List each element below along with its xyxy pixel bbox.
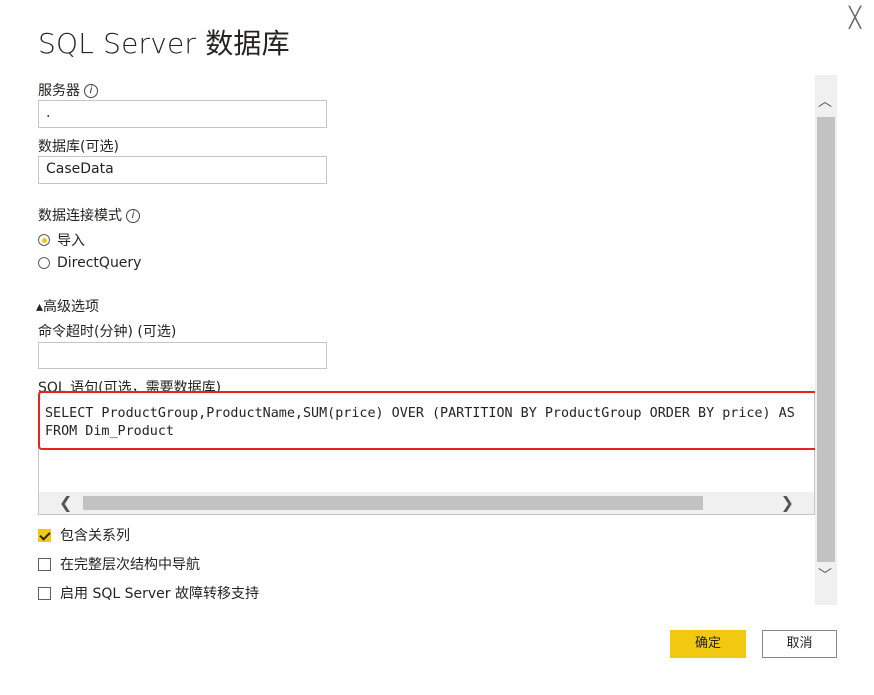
scroll-up-icon[interactable]: ︿ xyxy=(818,91,832,111)
connectivity-label: 数据连接模式 xyxy=(38,208,122,224)
server-label: 服务器 xyxy=(38,83,80,99)
radio-directquery[interactable]: DirectQuery xyxy=(38,255,141,271)
scroll-down-icon[interactable]: ﹀ xyxy=(818,565,832,585)
connectivity-label-row: 数据连接模式 i xyxy=(38,205,140,225)
horizontal-scroll-thumb[interactable] xyxy=(83,496,703,510)
info-icon[interactable]: i xyxy=(84,84,98,98)
radio-unselected-icon[interactable] xyxy=(38,257,50,269)
database-input[interactable]: CaseData xyxy=(38,156,327,184)
checkbox-label: 启用 SQL Server 故障转移支持 xyxy=(60,586,259,602)
timeout-label: 命令超时(分钟) (可选) xyxy=(38,324,177,340)
checkbox-unchecked-icon[interactable] xyxy=(38,586,51,600)
checkbox-label: 包含关系列 xyxy=(60,528,130,544)
checkbox-unchecked-icon[interactable] xyxy=(38,557,51,571)
checkbox-full-hierarchy[interactable]: 在完整层次结构中导航 xyxy=(38,554,200,574)
ok-button[interactable]: 确定 xyxy=(670,630,746,658)
radio-import-label: 导入 xyxy=(57,233,85,249)
server-label-row: 服务器 i xyxy=(38,80,98,100)
radio-selected-icon[interactable] xyxy=(38,234,50,246)
advanced-options-toggle[interactable]: ▴高级选项 xyxy=(36,296,99,316)
vertical-scrollbar[interactable]: ︿ ﹀ xyxy=(815,75,837,605)
checkbox-failover-support[interactable]: 启用 SQL Server 故障转移支持 xyxy=(38,583,259,603)
cancel-button[interactable]: 取消 xyxy=(762,630,837,658)
radio-import[interactable]: 导入 xyxy=(38,230,85,250)
horizontal-scrollbar[interactable]: ❮ ❯ xyxy=(39,492,814,514)
vertical-scroll-thumb[interactable] xyxy=(817,117,835,562)
server-input[interactable]: . xyxy=(38,100,327,128)
scroll-left-icon[interactable]: ❮ xyxy=(59,494,72,512)
checkbox-include-relationships[interactable]: 包含关系列 xyxy=(38,525,130,545)
timeout-input[interactable] xyxy=(38,342,327,369)
checkbox-checked-icon[interactable] xyxy=(38,528,51,542)
highlight-box xyxy=(38,391,832,450)
checkbox-label: 在完整层次结构中导航 xyxy=(60,557,200,573)
close-icon[interactable]: ╳ xyxy=(846,7,864,27)
database-label: 数据库(可选) xyxy=(38,139,119,155)
info-icon[interactable]: i xyxy=(126,209,140,223)
radio-directquery-label: DirectQuery xyxy=(57,255,142,271)
dialog-title: SQL Server 数据库 xyxy=(38,27,290,60)
scroll-right-icon[interactable]: ❯ xyxy=(781,494,794,512)
